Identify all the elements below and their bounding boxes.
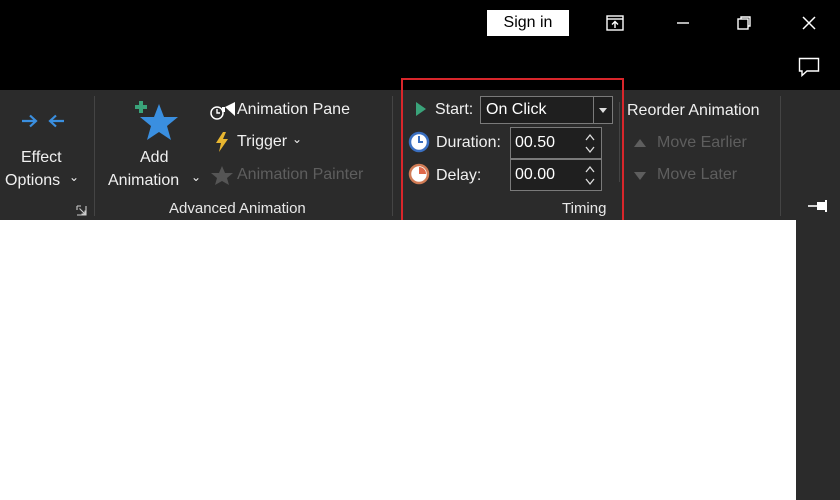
trigger-label: Trigger: [237, 133, 288, 150]
close-icon: [802, 16, 816, 30]
animation-pane-label: Animation Pane: [237, 101, 350, 118]
comment-icon: [798, 57, 820, 77]
effect-options-button[interactable]: Effect Options ⌄: [0, 100, 86, 200]
comments-button[interactable]: [794, 54, 824, 80]
chevron-down-icon: ⌄: [191, 170, 202, 184]
add-star-icon: [135, 101, 178, 140]
timing-highlight-box: [401, 78, 624, 226]
effect-options-dialog-launcher[interactable]: [76, 203, 88, 216]
animation-painter-icon: [211, 166, 233, 185]
restore-icon: [737, 16, 751, 30]
reorder-animation-label: Reorder Animation: [627, 102, 760, 119]
effect-options-label-line2: Options: [5, 172, 61, 189]
chevron-down-icon: ⌄: [69, 170, 80, 184]
add-animation-label-line1: Add: [140, 149, 169, 166]
slide-canvas[interactable]: [0, 220, 796, 500]
dialog-launcher-icon: [76, 205, 87, 216]
lightning-icon: [216, 132, 228, 152]
move-earlier-label: Move Earlier: [657, 134, 747, 151]
sign-in-button[interactable]: Sign in: [487, 10, 569, 36]
close-button[interactable]: [794, 10, 824, 36]
minimize-icon: [677, 22, 689, 24]
chevron-down-icon: ⌄: [292, 132, 303, 146]
group-divider: [94, 96, 95, 216]
trigger-button[interactable]: Trigger ⌄: [208, 130, 318, 154]
restore-button[interactable]: [729, 10, 759, 36]
animation-pane-button[interactable]: Animation Pane: [208, 98, 368, 122]
group-divider: [780, 96, 781, 216]
advanced-animation-group-label: Advanced Animation: [169, 200, 306, 217]
minimize-button[interactable]: [668, 10, 698, 36]
title-bar: Sign in: [0, 0, 840, 90]
pin-icon: [808, 200, 827, 212]
effect-options-label-line1: Effect: [21, 149, 62, 166]
triangle-up-icon: [634, 139, 646, 147]
add-animation-label-line2: Animation: [108, 172, 180, 189]
move-later-button[interactable]: Move Later: [630, 164, 750, 186]
add-animation-button[interactable]: Add Animation ⌄: [104, 98, 202, 202]
animation-painter-button[interactable]: Animation Painter: [208, 163, 378, 187]
ribbon-display-options-button[interactable]: [600, 10, 630, 36]
move-earlier-button[interactable]: Move Earlier: [630, 132, 760, 154]
triangle-down-icon: [634, 172, 646, 180]
effect-arrows-icon: [22, 114, 64, 128]
pin-ribbon-button[interactable]: [806, 198, 832, 216]
vertical-scrollbar[interactable]: [796, 220, 840, 500]
group-divider: [392, 96, 393, 216]
move-later-label: Move Later: [657, 166, 738, 183]
animation-painter-label: Animation Painter: [237, 166, 364, 183]
animation-pane-icon: [210, 102, 235, 120]
ribbon-display-icon: [606, 15, 624, 31]
